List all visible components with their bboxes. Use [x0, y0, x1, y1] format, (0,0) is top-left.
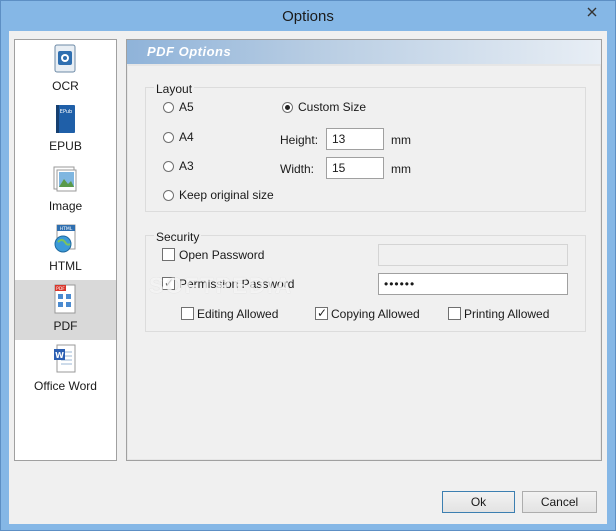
sidebar-item-html[interactable]: HTML HTML	[15, 220, 116, 280]
editing-allowed-checkbox[interactable]	[181, 307, 194, 320]
html-globe-icon: HTML	[54, 224, 76, 253]
a5-radio[interactable]	[163, 102, 174, 113]
options-window: Options OCR EPub EPUB Image HTML HTML PD…	[0, 0, 616, 531]
sidebar-item-label: OCR	[52, 79, 79, 93]
permission-password-input[interactable]: ••••••	[378, 273, 568, 295]
width-label: Width:	[280, 162, 315, 176]
category-sidebar: OCR EPub EPUB Image HTML HTML PDF PDF W …	[14, 39, 117, 461]
title-bar[interactable]: Options	[1, 1, 615, 31]
cancel-button[interactable]: Cancel	[522, 491, 597, 513]
window-title: Options	[282, 8, 334, 25]
a4-label[interactable]: A4	[179, 130, 194, 144]
sidebar-item-office-word[interactable]: W Office Word	[15, 340, 116, 400]
open-password-label[interactable]: Open Password	[179, 248, 264, 262]
dialog-client-area: OCR EPub EPUB Image HTML HTML PDF PDF W …	[9, 31, 607, 524]
sidebar-item-image[interactable]: Image	[15, 160, 116, 220]
a3-label[interactable]: A3	[179, 159, 194, 173]
open-password-checkbox[interactable]	[162, 248, 175, 261]
check-icon: ✓	[317, 306, 328, 320]
sidebar-item-label: PDF	[53, 319, 78, 333]
word-document-icon: W	[54, 344, 76, 373]
width-unit: mm	[391, 162, 411, 176]
a5-label[interactable]: A5	[179, 100, 194, 114]
word-icon-text: W	[55, 351, 64, 360]
pdf-options-panel: PDF Options Layout A5 A4 A3 Keep origina…	[126, 39, 602, 461]
copying-allowed-label[interactable]: Copying Allowed	[331, 307, 420, 321]
sidebar-item-epub[interactable]: EPub EPUB	[15, 100, 116, 160]
sidebar-item-pdf[interactable]: PDF PDF	[15, 280, 116, 340]
copying-allowed-checkbox[interactable]: ✓	[315, 307, 328, 320]
a3-radio[interactable]	[163, 161, 174, 172]
printing-allowed-label[interactable]: Printing Allowed	[464, 307, 549, 321]
custom-size-label[interactable]: Custom Size	[298, 100, 366, 114]
softpedia-watermark: SOFTPEDIA	[149, 273, 293, 298]
keep-original-size-radio[interactable]	[163, 190, 174, 201]
sidebar-item-label: EPUB	[49, 139, 82, 153]
image-icon	[53, 166, 77, 192]
html-icon-text: HTML	[60, 226, 73, 232]
security-group-label: Security	[154, 230, 202, 244]
open-password-input[interactable]	[378, 244, 568, 266]
sidebar-item-ocr[interactable]: OCR	[15, 40, 116, 100]
width-input[interactable]: 15	[326, 157, 384, 179]
layout-group-label: Layout	[154, 82, 195, 96]
height-unit: mm	[391, 133, 411, 147]
close-icon	[587, 7, 597, 17]
printing-allowed-checkbox[interactable]	[448, 307, 461, 320]
close-button[interactable]	[577, 3, 607, 21]
panel-header: PDF Options	[127, 40, 601, 64]
sidebar-item-label: Office Word	[34, 379, 97, 393]
ok-button[interactable]: Ok	[442, 491, 515, 513]
ocr-icon	[54, 44, 76, 73]
editing-allowed-label[interactable]: Editing Allowed	[197, 307, 278, 321]
epub-book-icon: EPub	[56, 105, 75, 133]
keep-original-size-label[interactable]: Keep original size	[179, 188, 274, 202]
layout-group: Layout A5 A4 A3 Keep original size Custo…	[145, 82, 586, 212]
height-label: Height:	[280, 133, 319, 147]
pdf-document-icon: PDF	[54, 284, 76, 314]
pdf-icon-text: PDF	[56, 286, 65, 292]
panel-title: PDF Options	[147, 44, 232, 59]
height-input[interactable]: 13	[326, 128, 384, 150]
panel-body: Layout A5 A4 A3 Keep original size Custo…	[128, 66, 600, 459]
epub-icon-text: EPub	[60, 109, 72, 115]
custom-size-radio[interactable]	[282, 102, 293, 113]
sidebar-item-label: HTML	[49, 259, 82, 273]
a4-radio[interactable]	[163, 132, 174, 143]
sidebar-item-label: Image	[48, 199, 83, 213]
